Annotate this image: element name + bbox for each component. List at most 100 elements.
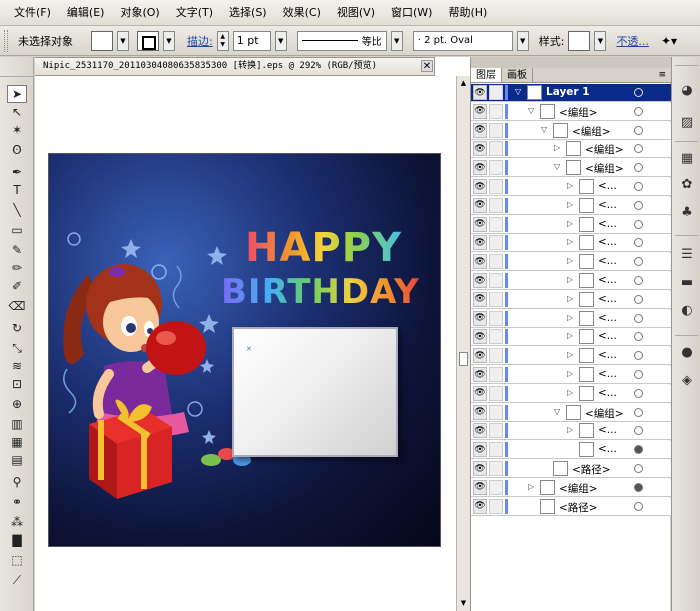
vertical-scrollbar[interactable]: ▲ ▼ [456, 76, 470, 611]
visibility-eye-icon[interactable]: 👁 [473, 103, 487, 119]
expand-triangle-icon[interactable]: ▷ [567, 388, 577, 397]
layer-name[interactable]: <... [598, 387, 617, 399]
target-circle-icon[interactable] [634, 464, 643, 473]
layer-row[interactable]: 👁 ▷ <... [471, 178, 671, 196]
visibility-eye-icon[interactable]: 👁 [473, 404, 487, 420]
visibility-eye-icon[interactable]: 👁 [473, 461, 487, 476]
target-circle-icon[interactable] [634, 501, 643, 511]
target-circle-icon[interactable] [634, 182, 643, 191]
color-guide-icon[interactable]: ▨ [678, 115, 696, 131]
line-tool-icon[interactable]: ╲ [7, 201, 27, 219]
lock-toggle[interactable] [489, 273, 503, 288]
collapse-triangle-icon[interactable]: ▽ [528, 106, 538, 115]
layer-name[interactable]: <... [598, 424, 617, 436]
column-graph-tool-icon[interactable]: ▇ [7, 531, 27, 549]
menu-item[interactable]: 对象(O) [112, 0, 167, 26]
visibility-eye-icon[interactable]: 👁 [473, 385, 487, 401]
layer-name[interactable]: <... [598, 236, 617, 248]
close-document-icon[interactable]: ✕ [421, 60, 433, 72]
expand-triangle-icon[interactable]: ▷ [567, 275, 577, 284]
expand-triangle-icon[interactable]: ▷ [554, 143, 564, 152]
layer-row[interactable]: 👁 ▷ <编组> [471, 478, 671, 497]
mesh-tool-icon[interactable]: ▦ [7, 433, 27, 451]
target-circle-icon[interactable] [634, 388, 643, 398]
stroke-weight-dropdown[interactable]: ▼ [274, 30, 287, 51]
expand-triangle-icon[interactable]: ▷ [567, 200, 577, 209]
profile-dropdown[interactable]: ▼ [390, 30, 403, 51]
layer-row[interactable]: 👁 ▷ <... [471, 272, 671, 290]
lock-toggle[interactable] [489, 348, 503, 364]
target-circle-icon[interactable] [634, 426, 643, 436]
target-circle-icon[interactable] [634, 125, 643, 135]
graphic-style-dropdown[interactable]: ▼ [594, 30, 607, 51]
fill-dropdown[interactable]: ▼ [117, 30, 129, 51]
layer-row[interactable]: 👁 <路径> [471, 460, 671, 478]
target-circle-icon[interactable] [634, 219, 643, 229]
expand-triangle-icon[interactable]: ▷ [567, 219, 577, 228]
visibility-eye-icon[interactable]: 👁 [473, 197, 487, 213]
panel-header[interactable] [471, 57, 671, 68]
opacity-link[interactable]: 不透... [616, 33, 649, 49]
target-circle-icon[interactable] [634, 332, 643, 342]
lock-toggle[interactable] [489, 197, 503, 213]
visibility-eye-icon[interactable]: 👁 [473, 310, 487, 326]
target-circle-icon[interactable] [634, 294, 643, 304]
layer-name[interactable]: <... [598, 443, 617, 455]
target-circle-icon[interactable] [634, 144, 643, 154]
document-tab[interactable]: Nipic_2531170_20110304080635835300 [转换].… [35, 57, 435, 76]
layer-row[interactable]: 👁 ▷ <... [471, 234, 671, 253]
menu-item[interactable]: 文件(F) [6, 0, 59, 26]
visibility-eye-icon[interactable]: 👁 [473, 442, 487, 458]
lock-toggle[interactable] [489, 291, 503, 307]
fill-swatch[interactable] [91, 30, 113, 51]
visibility-eye-icon[interactable]: 👁 [473, 122, 487, 138]
menu-item[interactable]: 窗口(W) [383, 0, 440, 26]
scale-tool-icon[interactable]: ⤡ [7, 339, 27, 357]
layer-name[interactable]: <路径> [572, 462, 611, 477]
layer-row[interactable]: 👁 ▷ <... [471, 196, 671, 215]
layer-name[interactable]: <... [598, 349, 617, 361]
visibility-eye-icon[interactable]: 👁 [473, 291, 487, 307]
collapse-triangle-icon[interactable]: ▽ [554, 407, 564, 416]
lock-toggle[interactable] [489, 461, 503, 476]
visibility-eye-icon[interactable]: 👁 [473, 216, 487, 232]
layer-row[interactable]: 👁 ▷ <... [471, 215, 671, 234]
type-tool-icon[interactable]: T [7, 181, 27, 199]
target-circle-icon[interactable] [634, 482, 643, 492]
slice-tool-icon[interactable]: ⟋ [7, 571, 27, 589]
blend-tool-icon[interactable]: ⚭ [7, 493, 27, 511]
visibility-eye-icon[interactable]: 👁 [473, 235, 487, 251]
expand-triangle-icon[interactable]: ▷ [567, 331, 577, 340]
visibility-eye-icon[interactable]: 👁 [473, 85, 487, 100]
lock-toggle[interactable] [489, 122, 503, 138]
tab-artboards[interactable]: 画板 [502, 68, 533, 82]
gradient-panel-icon[interactable]: ▬ [678, 275, 696, 291]
collapse-triangle-icon[interactable]: ▽ [515, 87, 525, 96]
photo-frame[interactable]: ✕ [232, 327, 398, 457]
visibility-eye-icon[interactable]: 👁 [473, 329, 487, 345]
expand-triangle-icon[interactable]: ▷ [567, 256, 577, 265]
collapse-triangle-icon[interactable]: ▽ [541, 125, 551, 134]
menu-item[interactable]: 视图(V) [329, 0, 383, 26]
collapse-triangle-icon[interactable]: ▽ [554, 162, 564, 171]
rectangle-tool-icon[interactable]: ▭ [7, 221, 27, 239]
selection-tool-icon[interactable]: ➤ [7, 85, 27, 103]
lock-toggle[interactable] [489, 216, 503, 232]
target-circle-icon[interactable] [634, 238, 643, 248]
lock-toggle[interactable] [489, 498, 503, 514]
layer-row[interactable]: 👁 ▷ <... [471, 347, 671, 366]
layer-row[interactable]: 👁 ▷ <... [471, 384, 671, 403]
menu-item[interactable]: 编辑(E) [59, 0, 113, 26]
lock-toggle[interactable] [489, 367, 503, 382]
pen-tool-icon[interactable]: ✒ [7, 163, 27, 181]
stroke-dropdown[interactable]: ▼ [163, 30, 175, 51]
scroll-up-icon[interactable]: ▲ [459, 78, 468, 88]
stroke-weight-input[interactable]: 1 pt [232, 30, 271, 51]
target-circle-icon[interactable] [634, 313, 643, 323]
expand-triangle-icon[interactable]: ▷ [567, 237, 577, 246]
graphic-style-swatch[interactable] [568, 30, 591, 51]
layer-row[interactable]: 👁 ▷ <... [471, 328, 671, 347]
layer-row[interactable]: 👁 ▷ <... [471, 422, 671, 441]
expand-triangle-icon[interactable]: ▷ [528, 482, 538, 491]
brush-definition[interactable]: · 2 pt. Oval [412, 30, 513, 51]
